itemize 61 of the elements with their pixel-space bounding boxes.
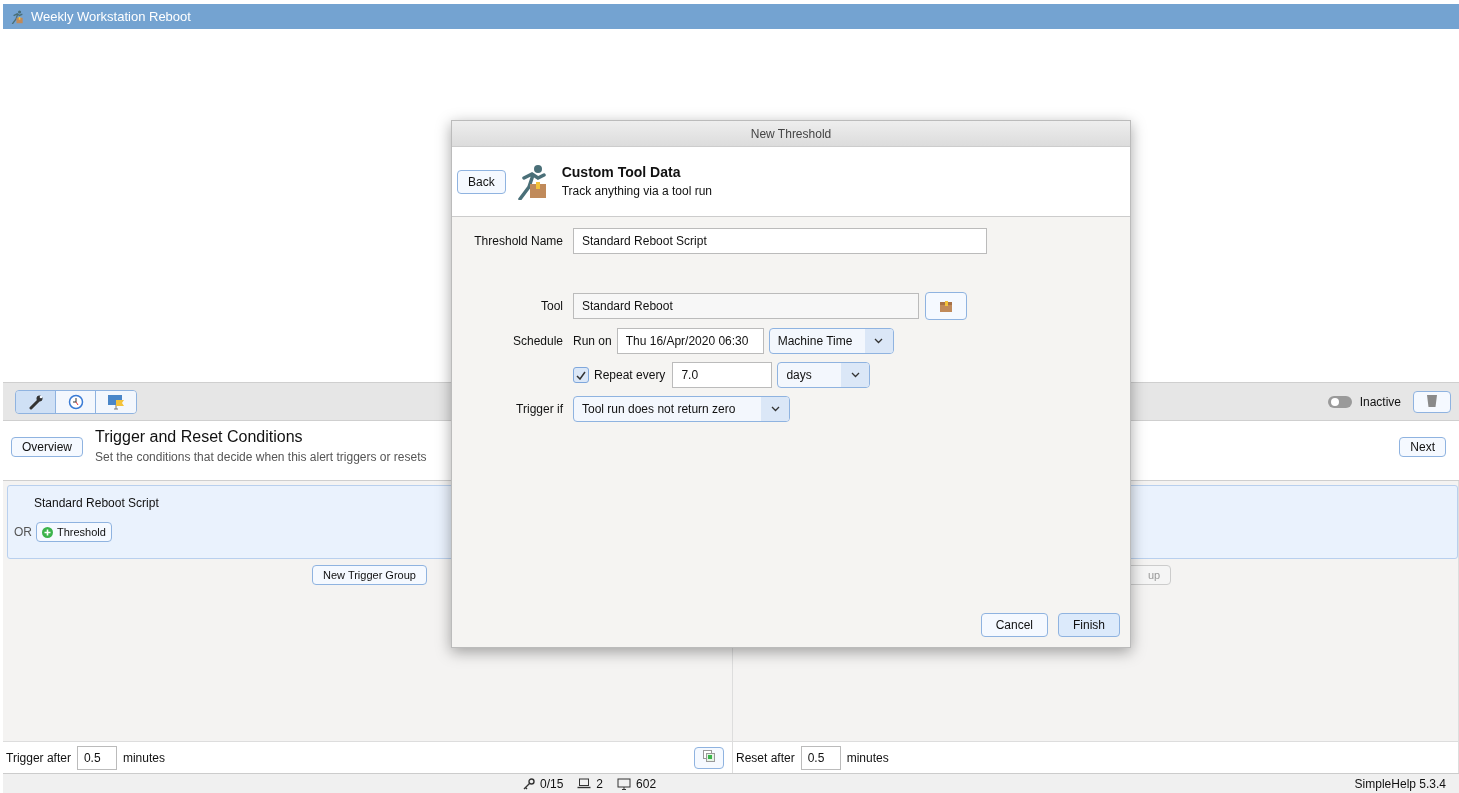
dialog-heading: Custom Tool Data [561, 164, 682, 180]
field-label: Tool [540, 299, 563, 313]
repeat-unit-select[interactable]: days [777, 362, 871, 388]
trigger-after-unit: minutes [122, 750, 165, 765]
tool-field[interactable]: Standard Reboot [573, 293, 919, 319]
monitor-flag-icon [107, 393, 125, 410]
box-icon [938, 298, 954, 314]
repeat-label: Repeat every [594, 368, 666, 382]
chevron-down-icon [850, 372, 860, 378]
connector-label: OR [14, 525, 32, 539]
laptop-icon [577, 778, 592, 789]
copy-button[interactable] [693, 746, 724, 769]
trigger-after-field[interactable]: 0.5 [76, 745, 117, 770]
delete-button[interactable] [1413, 390, 1451, 413]
status-count: 602 [636, 776, 657, 791]
dialog-button[interactable]: Cancel [980, 613, 1048, 637]
app-icon [11, 9, 25, 24]
new-trigger-group-button[interactable]: New Trigger Group [312, 565, 427, 585]
overview-button[interactable]: Overview [11, 437, 83, 457]
field-label: Threshold Name [473, 234, 563, 248]
trigger-after-label: Trigger after [6, 750, 71, 765]
reset-after-label: Reset after [735, 750, 795, 765]
toggle-switch[interactable] [1327, 395, 1352, 408]
tool-picker-button[interactable] [925, 292, 967, 320]
wrench-icon [27, 393, 44, 410]
group-name: Standard Reboot Script [33, 496, 160, 510]
trigger-if-select[interactable]: Tool run does not return zero [573, 396, 790, 422]
section-subtitle: Set the conditions that decide when this alert triggers or resets [95, 450, 427, 464]
reset-after-unit: minutes [846, 750, 889, 765]
monitor-icon [617, 777, 632, 790]
copy-icon [702, 750, 715, 762]
status-count: 2 [596, 776, 604, 791]
toolbar-tab[interactable] [16, 390, 56, 413]
repeat-field[interactable]: 7.0 [672, 362, 773, 388]
clock-icon [67, 393, 84, 410]
dialog-button[interactable]: Finish [1058, 613, 1120, 637]
threshold-name-field[interactable]: Standard Reboot Script [573, 228, 987, 254]
version-label: SimpleHelp 5.3.4 [1354, 776, 1446, 791]
status-count: 0/15 [540, 776, 564, 791]
field-label: Trigger if [515, 402, 563, 416]
plus-icon [42, 526, 53, 538]
key-icon [523, 777, 535, 790]
dialog-subheading: Track anything via a tool run [561, 184, 712, 198]
next-button[interactable]: Next [1399, 437, 1446, 457]
trash-icon [1426, 393, 1438, 407]
reset-after-field[interactable]: 0.5 [800, 745, 841, 770]
toolbar-tab[interactable] [56, 390, 96, 413]
section-title: Trigger and Reset Conditions [95, 428, 304, 446]
repeat-checkbox[interactable] [573, 367, 589, 383]
add-threshold-button[interactable]: Threshold [36, 522, 112, 542]
field-label: Schedule [511, 334, 563, 348]
chevron-down-icon [770, 406, 780, 412]
timezone-select[interactable]: Machine Time [768, 328, 894, 354]
toggle-label: Inactive [1359, 394, 1401, 409]
checkmark-icon [576, 370, 586, 380]
dialog-title: New Threshold [750, 126, 832, 141]
window-title: Weekly Workstation Reboot [31, 9, 191, 24]
chevron-down-icon [874, 338, 884, 344]
run-on-field[interactable]: Thu 16/Apr/2020 06:30 [616, 328, 764, 354]
back-button[interactable]: Back [457, 169, 506, 194]
run-on-label: Run on [573, 334, 612, 348]
